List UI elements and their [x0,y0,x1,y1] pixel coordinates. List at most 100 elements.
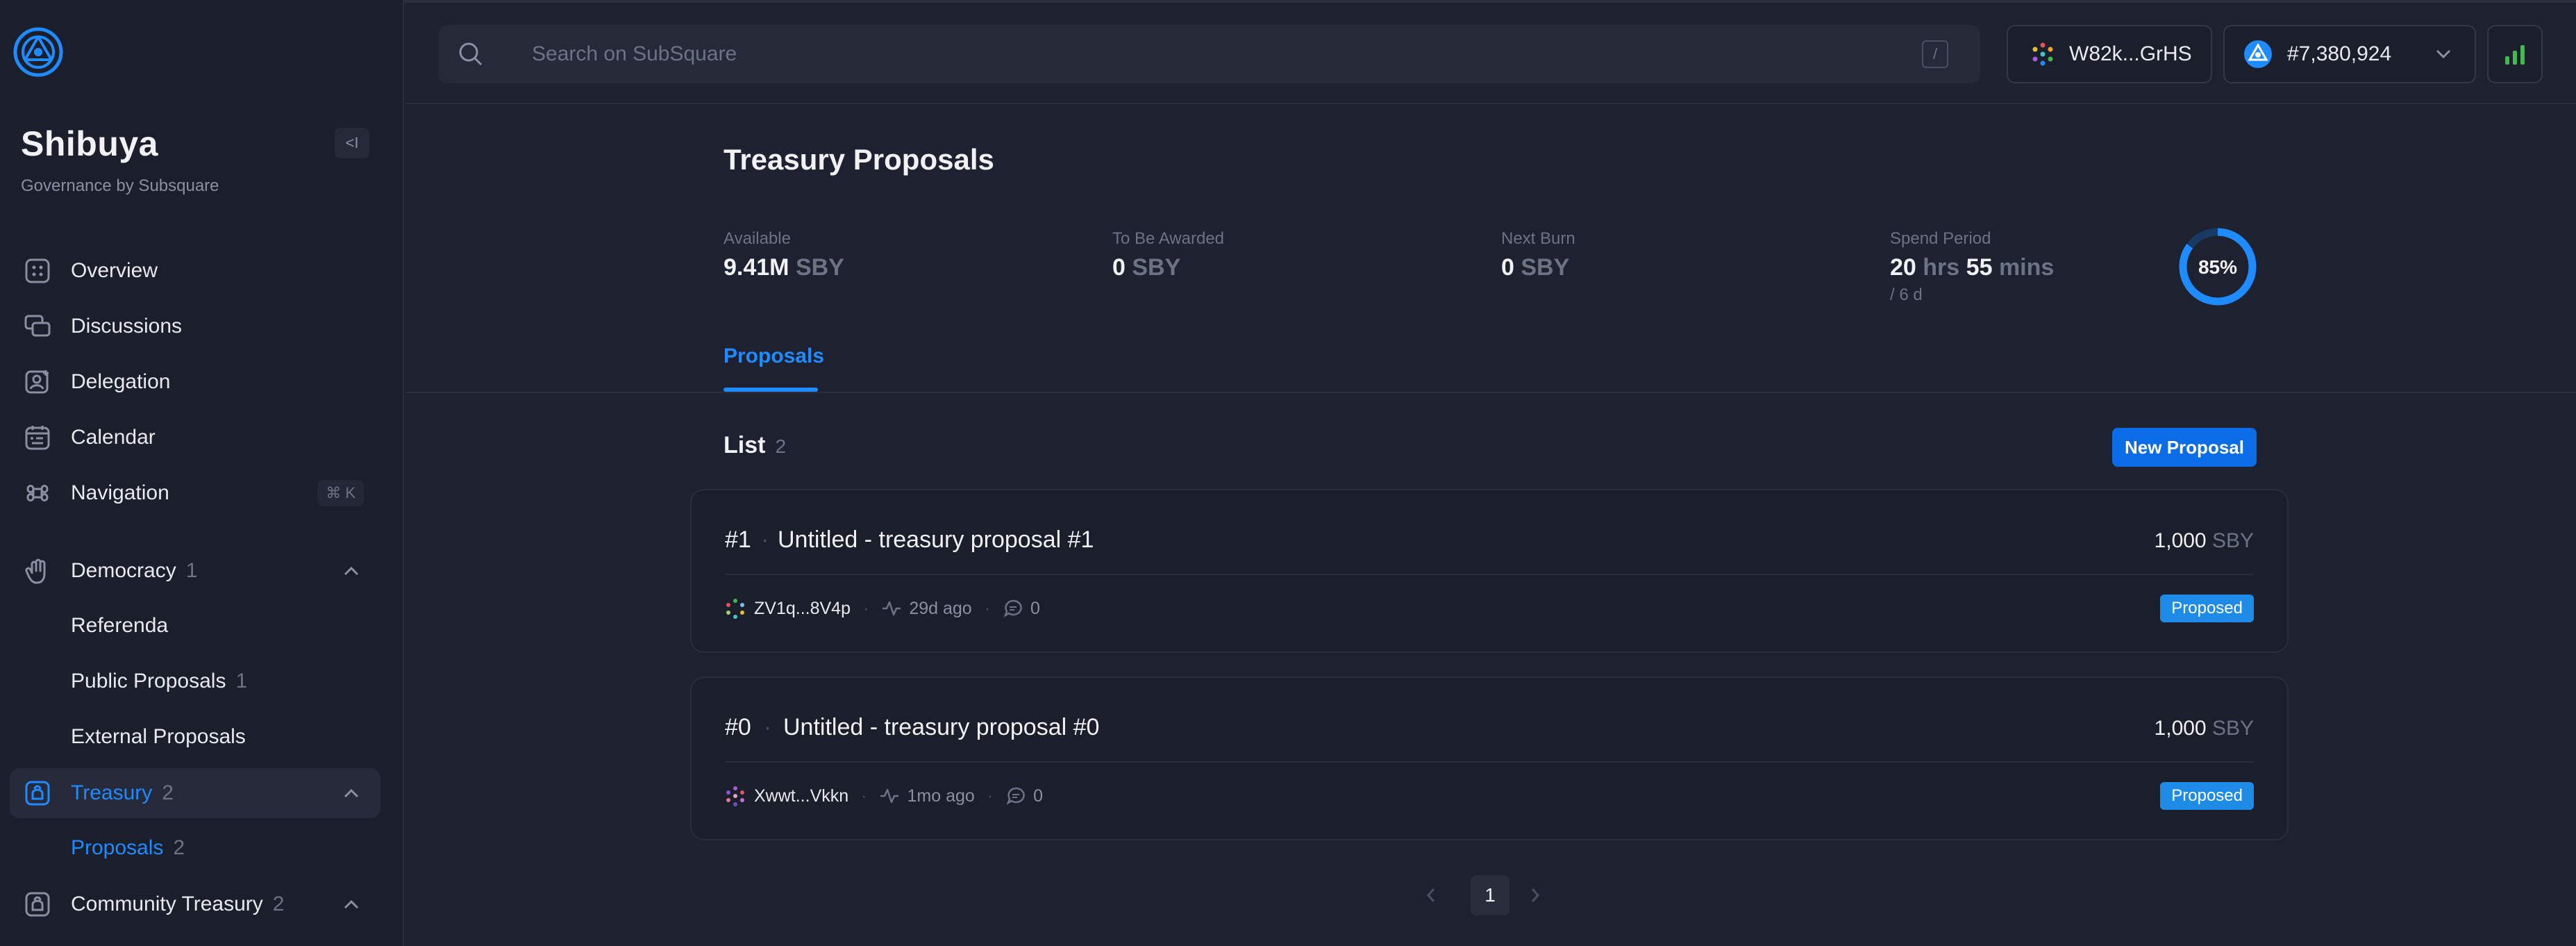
network-status-button[interactable] [2487,25,2543,83]
separator-dot: · [764,714,772,740]
count-badge: 2 [272,893,285,915]
time-icon [883,601,901,616]
proposal-meta: ZV1q...8V4p · 29d ago · 0 [725,596,1040,621]
proposer-avatar-icon [726,786,744,806]
pagination-next-button[interactable] [1530,875,1554,915]
account-avatar-icon [2032,42,2053,66]
separator-dot: · [987,786,994,806]
chevron-up-icon[interactable] [342,561,361,581]
shortcut-badge: ⌘ K [317,480,364,506]
treasury-icon [22,778,53,808]
account-button[interactable]: W82k...GrHS [2007,25,2212,83]
logo-icon[interactable] [12,26,64,78]
separator-dot: · [761,526,769,553]
stat-subtext: / 6 d [1890,285,1923,304]
sidebar-item-treasury[interactable]: Treasury 2 [10,768,380,818]
account-address: W82k...GrHS [2069,42,2192,65]
pagination-page-button[interactable]: 1 [1471,875,1509,915]
proposal-index: #1 [725,526,751,553]
chevron-up-icon[interactable] [342,895,361,914]
signal-icon [2505,45,2525,65]
chain-subtitle: Governance by Subsquare [21,176,219,195]
sidebar-subitem-proposals[interactable]: Proposals 2 [71,836,185,860]
proposal-amount: 1,000 SBY [2154,717,2254,740]
stat-label: Available [724,229,791,248]
separator-dot: · [984,598,991,618]
new-proposal-button[interactable]: New Proposal [2112,428,2257,467]
list-count: 2 [775,435,787,457]
stat-spend-period: Spend Period 20 hrs 55 mins / 6 d [1890,229,2054,305]
tabs-divider [405,392,2576,393]
proposal-meta: Xwwt...Vkkn · 1mo ago · 0 [725,783,1043,808]
proposal-title[interactable]: Untitled - treasury proposal #0 [783,714,1099,741]
comment-count: 0 [1030,598,1040,618]
status-badge: Proposed [2160,595,2254,622]
comment-count: 0 [1033,786,1044,806]
page-title: Treasury Proposals [724,143,994,176]
proposer-address[interactable]: ZV1q...8V4p [754,599,851,619]
sidebar-subitem-referenda[interactable]: Referenda [71,614,168,638]
navigation-icon [22,478,53,508]
sidebar-item-label: Democracy 1 [71,559,198,582]
chevron-left-icon [1426,888,1435,902]
top-header: Search on SubSquare / W82k...GrHS #7,380… [405,3,2576,104]
sidebar-item-label: Community Treasury 2 [71,893,285,915]
chain-name: Shibuya [21,124,158,163]
separator-dot: · [862,598,869,618]
spend-period-progress-ring: 85% [2179,228,2257,306]
search-input[interactable]: Search on SubSquare [532,42,737,66]
status-badge: Proposed [2160,782,2254,810]
pagination-prev-button[interactable] [1426,875,1450,915]
search-icon [459,42,483,66]
stat-available: Available 9.41M SBY [724,229,844,281]
sidebar-item-navigation[interactable]: Navigation ⌘ K [10,468,380,518]
delegation-icon [22,367,53,397]
sidebar-subitem-public-proposals[interactable]: Public Proposals 1 [71,670,247,693]
proposal-time: 1mo ago [907,786,975,806]
chevron-right-icon [1531,888,1540,902]
proposal-card[interactable]: #1 · Untitled - treasury proposal #1 1,0… [690,489,2289,653]
sidebar-item-community-treasury[interactable]: Community Treasury 2 [10,879,380,929]
sidebar-item-democracy[interactable]: Democracy 1 [10,546,380,596]
time-icon [880,788,899,804]
collapse-sidebar-button[interactable]: <I [335,128,369,158]
community-treasury-icon [22,889,53,920]
proposal-index: #0 [725,714,751,740]
search-shortcut-key: / [1922,40,1948,68]
sidebar-item-delegation[interactable]: Delegation [10,357,380,407]
separator-dot: · [861,786,867,806]
sidebar-item-label: Overview [71,259,158,282]
count-badge: 1 [185,559,198,582]
sidebar-item-label: Calendar [71,426,156,449]
sidebar-item-calendar[interactable]: Calendar [10,413,380,463]
chain-icon [2244,40,2272,68]
sidebar-item-label: Delegation [71,370,171,393]
stat-label: Next Burn [1501,229,1575,248]
list-heading: List 2 [724,432,787,458]
comment-icon [1006,787,1025,805]
search-bar[interactable]: Search on SubSquare / [439,25,1980,83]
proposal-title[interactable]: Untitled - treasury proposal #1 [778,526,1094,554]
block-number: #7,380,924 [2287,42,2392,65]
sidebar-item-discussions[interactable]: Discussions [10,301,380,351]
proposal-time: 29d ago [909,598,972,618]
proposer-avatar-icon [726,599,744,619]
sidebar-item-overview[interactable]: Overview [10,246,380,296]
sidebar-subitem-external-proposals[interactable]: External Proposals [71,725,246,749]
tab-proposals[interactable]: Proposals [724,345,824,368]
democracy-icon [22,556,53,586]
chain-block-selector[interactable]: #7,380,924 [2223,25,2476,83]
discussions-icon [22,311,53,342]
overview-icon [22,256,53,286]
chevron-up-icon[interactable] [342,783,361,803]
sidebar-item-label: Navigation [71,481,169,504]
comment-icon [1003,599,1022,617]
stat-value: 0 SBY [1501,254,1570,281]
progress-percent-label: 85% [2198,256,2237,278]
proposer-address[interactable]: Xwwt...Vkkn [754,786,848,806]
proposal-card[interactable]: #0 · Untitled - treasury proposal #0 1,0… [690,677,2289,840]
stat-to-be-awarded: To Be Awarded 0 SBY [1112,229,1224,281]
stat-value: 20 hrs 55 mins [1890,254,2055,281]
stat-label: Spend Period [1890,229,1991,248]
calendar-icon [22,422,53,453]
